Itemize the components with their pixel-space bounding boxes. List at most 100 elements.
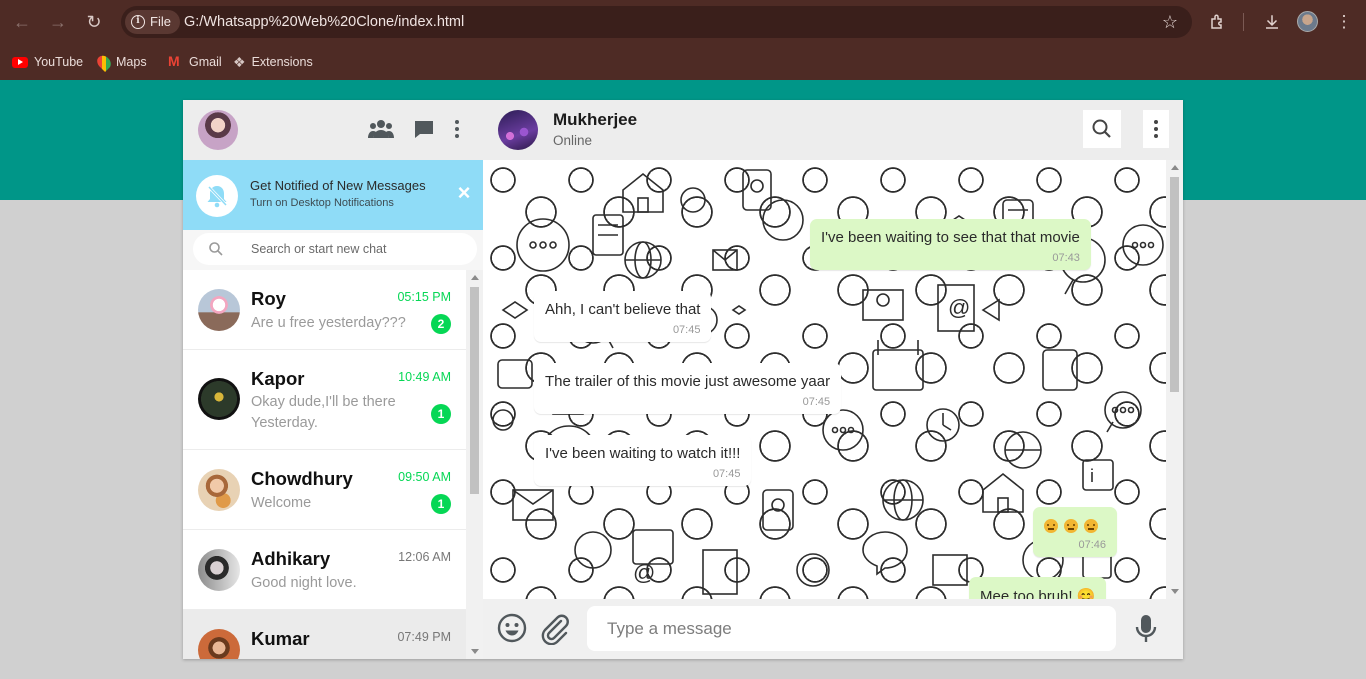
message-bubble-outgoing[interactable]: Mee too bruh! 😊	[969, 577, 1107, 599]
message-time: 07:45	[802, 396, 831, 408]
chat-list-scrollbar[interactable]	[466, 270, 483, 659]
contact-avatar[interactable]	[498, 110, 538, 150]
chat-preview: Are u free yesterday???	[251, 315, 406, 331]
chat-list: Roy 05:15 PM Are u free yesterday??? 2 K…	[183, 270, 466, 659]
browser-titlebar: ← → ↻ i File G:/Whatsapp%20Web%20Clone/i…	[0, 0, 1366, 44]
message-bubble-incoming[interactable]: I've been waiting to watch it!!! 07:45	[534, 435, 752, 486]
scroll-down-icon[interactable]	[1171, 589, 1179, 594]
message-scrollbar[interactable]	[1166, 160, 1183, 599]
kebab-menu-icon	[1154, 120, 1158, 138]
avatar	[198, 469, 240, 511]
message-time: 07:43	[1052, 252, 1080, 264]
profile-avatar[interactable]	[1297, 11, 1318, 32]
chat-name: Roy	[251, 288, 286, 309]
message-text: I've been waiting to watch it!!!	[545, 445, 741, 462]
unread-badge: 1	[431, 404, 451, 424]
message-text: Mee too bruh! 😊	[980, 588, 1096, 599]
emoji-icon[interactable]	[495, 611, 529, 645]
scroll-up-icon[interactable]	[1171, 165, 1179, 170]
chat-time: 12:06 AM	[398, 550, 451, 564]
conversation-menu-button[interactable]	[1143, 110, 1169, 148]
notification-subtitle[interactable]: Turn on Desktop Notifications	[250, 197, 394, 209]
chat-time: 09:50 AM	[398, 470, 451, 484]
scrollbar-thumb[interactable]	[1170, 177, 1179, 392]
avatar	[198, 549, 240, 591]
svg-text:@: @	[948, 295, 970, 320]
search-bar	[183, 230, 483, 270]
avatar	[198, 378, 240, 420]
whatsapp-app: Get Notified of New Messages Turn on Des…	[183, 100, 1183, 659]
sidebar-header	[183, 100, 483, 160]
attach-icon[interactable]	[537, 611, 571, 646]
search-icon	[209, 242, 223, 256]
info-icon: i	[131, 15, 145, 29]
chat-name: Kapor	[251, 368, 305, 389]
message-text: The trailer of this movie just awesome y…	[545, 373, 831, 390]
address-bar[interactable]: i File G:/Whatsapp%20Web%20Clone/index.h…	[121, 6, 1192, 38]
bookmark-maps[interactable]: Maps	[94, 52, 147, 72]
conversation-header: Mukherjee Online	[483, 100, 1183, 160]
message-bubble-outgoing[interactable]: 07:46	[1033, 507, 1117, 557]
microphone-icon[interactable]	[1129, 611, 1163, 645]
contact-status: Online	[553, 133, 593, 148]
scroll-down-icon[interactable]	[471, 649, 479, 654]
message-bubble-incoming[interactable]: Ahh, I can't believe that 07:45	[534, 291, 712, 342]
sidebar: Get Notified of New Messages Turn on Des…	[183, 100, 483, 659]
youtube-icon	[12, 56, 28, 68]
chat-time: 07:49 PM	[397, 630, 451, 644]
extensions-icon[interactable]	[1206, 10, 1230, 34]
chat-item-kapor[interactable]: Kapor 10:49 AM Okay dude,I'll be there Y…	[183, 350, 466, 450]
chat-preview: Okay dude,I'll be there Yesterday.	[251, 394, 396, 431]
chat-item-adhikary[interactable]: Adhikary 12:06 AM Good night love.	[183, 530, 466, 610]
chat-item-roy[interactable]: Roy 05:15 PM Are u free yesterday??? 2	[183, 270, 466, 350]
bookmark-youtube[interactable]: YouTube	[12, 52, 83, 72]
site-info-chip[interactable]: i File	[125, 10, 180, 34]
svg-text:i: i	[1090, 466, 1094, 486]
chat-item-kumar[interactable]: Kumar 07:49 PM	[183, 610, 466, 659]
reload-icon[interactable]: ↻	[82, 10, 106, 34]
message-text: Ahh, I can't believe that	[545, 301, 701, 318]
search-input[interactable]	[251, 233, 471, 265]
conversation-pane: Mukherjee Online @ i @ I've been waiting…	[483, 100, 1183, 659]
forward-icon[interactable]: →	[46, 10, 70, 34]
notification-banner[interactable]: Get Notified of New Messages Turn on Des…	[183, 160, 483, 230]
contact-name[interactable]: Mukherjee	[553, 110, 637, 130]
scrollbar-thumb[interactable]	[470, 287, 479, 494]
browser-menu-icon[interactable]: ⋮	[1332, 10, 1356, 34]
download-icon[interactable]	[1260, 10, 1284, 34]
bookmark-star-icon[interactable]: ☆	[1162, 10, 1178, 34]
message-bubble-incoming[interactable]: The trailer of this movie just awesome y…	[534, 363, 842, 414]
bookmarks-bar: YouTube Maps Gmail ❖ Extensions	[0, 44, 1366, 80]
frowning-face-icon	[1044, 518, 1058, 533]
unread-badge: 1	[431, 494, 451, 514]
close-icon[interactable]: ×	[455, 182, 473, 204]
bookmark-label: Gmail	[189, 55, 222, 69]
bookmark-extensions[interactable]: ❖ Extensions	[233, 52, 313, 72]
chat-preview: Welcome	[251, 495, 312, 511]
sidebar-menu-icon[interactable]	[444, 118, 470, 142]
message-area[interactable]: @ i @ I've been waiting to see that that…	[483, 160, 1166, 599]
community-icon[interactable]	[368, 118, 394, 142]
bookmark-label: YouTube	[34, 55, 84, 69]
url-text[interactable]: G:/Whatsapp%20Web%20Clone/index.html	[184, 6, 464, 38]
message-bubble-outgoing[interactable]: I've been waiting to see that that movie…	[810, 219, 1091, 270]
bell-off-icon	[196, 175, 238, 217]
chat-name: Chowdhury	[251, 468, 353, 489]
chat-item-chowdhury[interactable]: Chowdhury 09:50 AM Welcome 1	[183, 450, 466, 530]
maps-icon	[94, 52, 114, 72]
chat-name: Kumar	[251, 628, 310, 649]
user-avatar[interactable]	[198, 110, 238, 150]
search-button[interactable]	[1083, 110, 1121, 148]
new-chat-icon[interactable]	[411, 118, 437, 142]
scroll-up-icon[interactable]	[471, 275, 479, 280]
back-icon[interactable]: ←	[10, 10, 34, 34]
notification-title: Get Notified of New Messages	[250, 178, 426, 193]
message-input[interactable]	[587, 606, 1116, 651]
site-info-label: File	[150, 14, 171, 29]
puzzle-icon: ❖	[233, 53, 246, 70]
bookmark-gmail[interactable]: Gmail	[168, 52, 222, 72]
svg-text:@: @	[633, 560, 655, 585]
toolbar-separator	[1243, 13, 1244, 31]
avatar	[198, 289, 240, 331]
search-box	[193, 233, 477, 265]
